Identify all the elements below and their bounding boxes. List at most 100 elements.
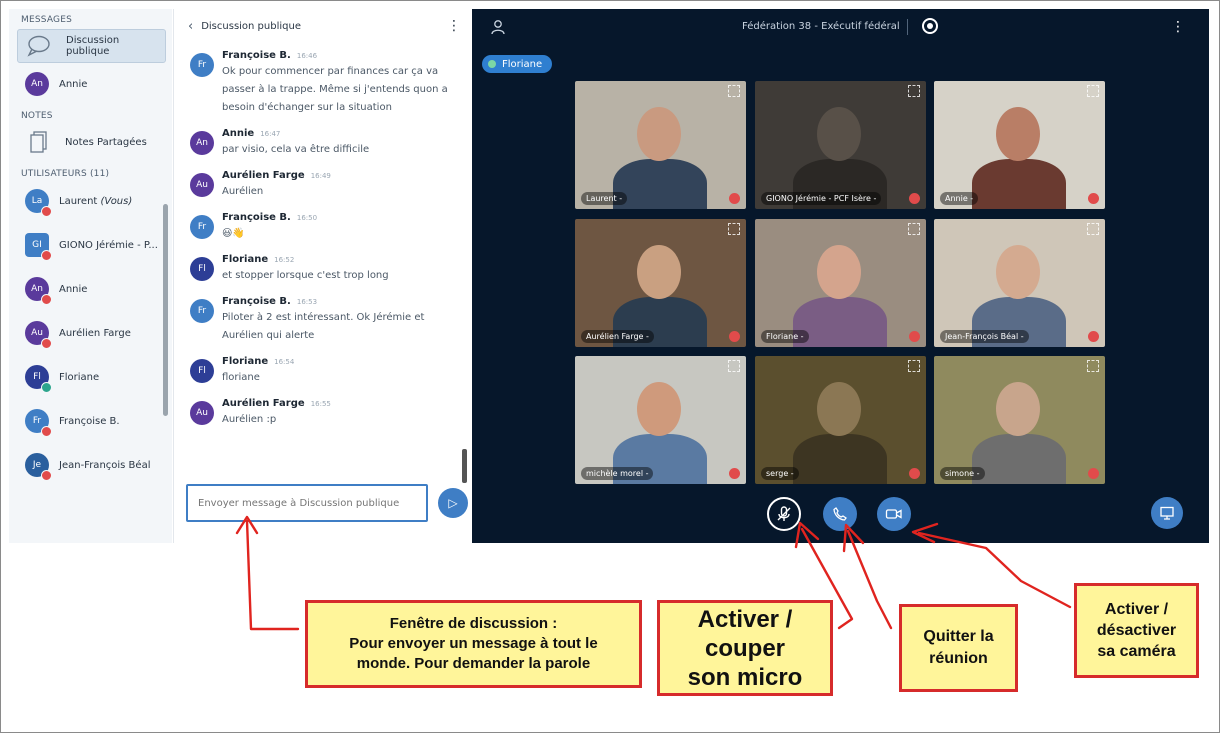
message-text: et stopper lorsque c'est trop long xyxy=(222,270,389,281)
chat-message: Fr Françoise B. 16:53 Piloter à 2 est intér… xyxy=(174,295,459,345)
chevron-left-icon[interactable]: ‹ xyxy=(188,19,193,34)
callout-leave-meeting: Quitter la réunion xyxy=(899,604,1018,692)
user-name: Laurent (Vous) xyxy=(59,195,133,207)
fullscreen-icon[interactable] xyxy=(728,85,740,97)
video-tile[interactable]: serge - xyxy=(755,356,926,484)
participant-label: Jean-François Béal - xyxy=(940,330,1029,343)
avatar: An xyxy=(25,277,52,305)
shared-notes-item[interactable]: Notes Partagées xyxy=(9,121,172,163)
avatar: Au xyxy=(25,321,52,349)
message-time: 16:52 xyxy=(274,256,295,264)
participant-body xyxy=(972,434,1066,484)
meeting-header: Fédération 38 - Exécutif fédéral ⋮ xyxy=(472,9,1209,43)
callout-line: réunion xyxy=(929,650,988,667)
chat-message: Fl Floriane 16:52 et stopper lorsque c'est … xyxy=(174,253,459,285)
video-tile[interactable]: michèle morel - xyxy=(575,356,746,484)
talking-indicator: Floriane xyxy=(482,55,553,73)
private-chat-item[interactable]: An Annie xyxy=(9,63,172,105)
chat-title[interactable]: Discussion publique xyxy=(201,21,447,32)
fullscreen-icon[interactable] xyxy=(1087,360,1099,372)
callout-microphone: Activer / couper son micro xyxy=(657,600,833,696)
fullscreen-icon[interactable] xyxy=(908,85,920,97)
fullscreen-icon[interactable] xyxy=(1087,223,1099,235)
message-text: Ok pour commencer par finances car ça va xyxy=(222,66,439,77)
callout-line: couper xyxy=(704,634,785,662)
video-area: Fédération 38 - Exécutif fédéral ⋮ Flori… xyxy=(472,9,1209,543)
user-list-scrollbar[interactable] xyxy=(163,204,168,416)
send-icon: ▷ xyxy=(448,496,458,510)
muted-mic-icon xyxy=(909,331,920,342)
message-author: Annie xyxy=(222,128,255,139)
avatar: Fr xyxy=(25,409,52,437)
callout-line: désactiver xyxy=(1096,622,1177,639)
callout-camera: Activer / désactiver sa caméra xyxy=(1074,583,1199,678)
message-text: Aurélien qui alerte xyxy=(222,330,315,341)
chat-panel: ‹ Discussion publique ⋮ Fr Françoise B. 16… xyxy=(173,9,471,543)
user-item[interactable]: Fr Françoise B. xyxy=(9,399,172,443)
user-name: Jean-François Béal xyxy=(59,459,151,471)
send-button[interactable]: ▷ xyxy=(438,488,468,518)
message-body: Annie 16:47 par visio, cela va être diffic… xyxy=(222,127,451,159)
muted-mic-icon xyxy=(909,468,920,479)
video-tile[interactable]: Laurent - xyxy=(575,81,746,209)
message-author: Françoise B. xyxy=(222,50,291,61)
public-chat-item[interactable]: Discussion publique xyxy=(17,29,166,63)
message-author: Françoise B. xyxy=(222,212,291,223)
video-tile[interactable]: Jean-François Béal - xyxy=(934,219,1105,347)
message-text: Aurélien xyxy=(222,186,264,197)
user-item[interactable]: An Annie xyxy=(9,267,172,311)
fullscreen-icon[interactable] xyxy=(908,360,920,372)
leave-meeting-button[interactable] xyxy=(823,497,857,531)
chat-scrollbar[interactable] xyxy=(462,449,467,483)
muted-mic-icon xyxy=(729,193,740,204)
message-text: besoin d'échanger sur la situation xyxy=(222,102,392,113)
callout-line: monde. Pour demander la parole xyxy=(356,655,591,672)
muted-mic-icon xyxy=(1088,468,1099,479)
mute-microphone-button[interactable] xyxy=(767,497,801,531)
user-item[interactable]: Fl Floriane xyxy=(9,355,172,399)
user-item[interactable]: Au Aurélien Farge xyxy=(9,311,172,355)
video-tile[interactable]: GIONO Jérémie - PCF Isère - xyxy=(755,81,926,209)
participant-face xyxy=(996,107,1040,161)
participant-label: Aurélien Farge - xyxy=(581,330,654,343)
mic-status-icon xyxy=(41,426,52,437)
video-tile[interactable]: Floriane - xyxy=(755,219,926,347)
message-header: Annie 16:47 xyxy=(222,127,451,141)
user-item[interactable]: Je Jean-François Béal xyxy=(9,443,172,487)
video-tile[interactable]: Annie - xyxy=(934,81,1105,209)
message-header: Aurélien Farge 16:55 xyxy=(222,397,451,411)
kebab-menu-icon[interactable]: ⋮ xyxy=(447,18,461,34)
camera-icon xyxy=(885,509,902,519)
message-time: 16:47 xyxy=(260,130,281,138)
message-body: Floriane 16:52 et stopper lorsque c'est tr… xyxy=(222,253,451,285)
fullscreen-icon[interactable] xyxy=(728,223,740,235)
participant-label: Laurent - xyxy=(581,192,628,205)
user-icon[interactable] xyxy=(490,19,506,35)
avatar: Fl xyxy=(25,365,52,393)
record-icon[interactable] xyxy=(922,18,938,34)
video-tile[interactable]: Aurélien Farge - xyxy=(575,219,746,347)
mic-status-icon xyxy=(41,294,52,305)
fullscreen-icon[interactable] xyxy=(728,360,740,372)
presentation-button[interactable] xyxy=(1151,497,1183,529)
meeting-title: Fédération 38 - Exécutif fédéral xyxy=(742,21,900,32)
avatar: GI xyxy=(25,233,52,261)
mic-status-icon xyxy=(41,470,52,481)
muted-mic-icon xyxy=(1088,331,1099,342)
participant-body xyxy=(613,159,707,209)
private-chat-name: Annie xyxy=(59,78,88,90)
user-name: Aurélien Farge xyxy=(59,327,131,339)
user-item[interactable]: GI GIONO Jérémie - P... xyxy=(9,223,172,267)
video-tile[interactable]: simone - xyxy=(934,356,1105,484)
chat-message-input[interactable] xyxy=(186,484,428,522)
user-item[interactable]: La Laurent (Vous) xyxy=(9,179,172,223)
message-header: Françoise B. 16:50 xyxy=(222,211,451,225)
fullscreen-icon[interactable] xyxy=(1087,85,1099,97)
toggle-camera-button[interactable] xyxy=(877,497,911,531)
meeting-menu-icon[interactable]: ⋮ xyxy=(1171,19,1185,35)
user-name: GIONO Jérémie - P... xyxy=(59,239,158,251)
chat-message: Au Aurélien Farge 16:49 Aurélien xyxy=(174,169,459,201)
fullscreen-icon[interactable] xyxy=(908,223,920,235)
participant-face xyxy=(817,382,861,436)
callout-line: Fenêtre de discussion : xyxy=(389,615,558,632)
